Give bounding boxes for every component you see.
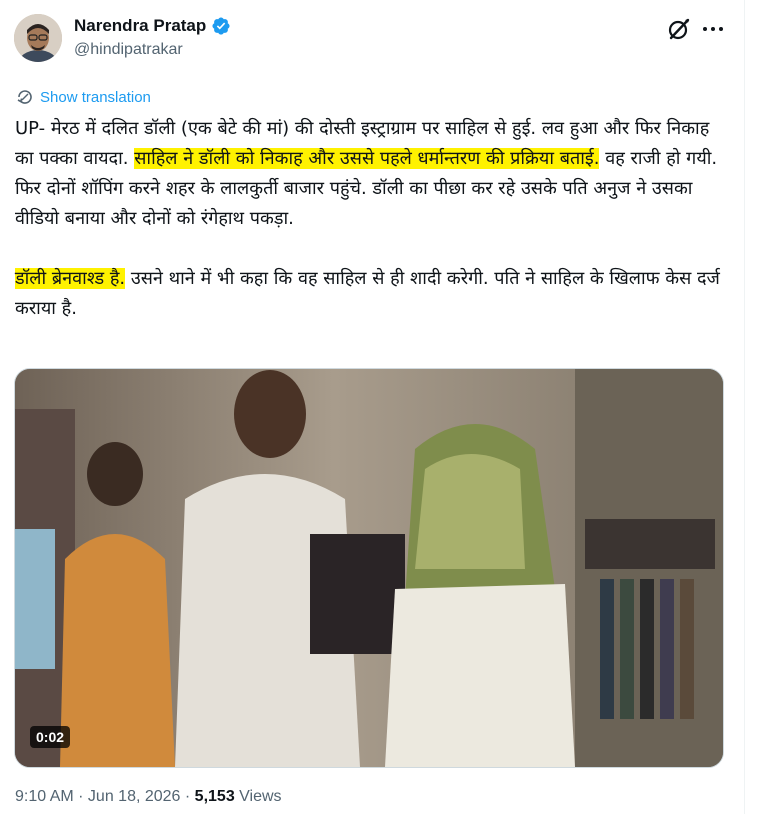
avatar-image	[14, 14, 62, 62]
show-translation-label: Show translation	[40, 88, 151, 106]
views-label: Views	[234, 788, 282, 805]
name-row: Narendra Pratap	[74, 16, 231, 36]
translate-icon	[17, 90, 32, 104]
highlighted-text: डॉली ब्रेनवाश्ड है.	[15, 268, 126, 289]
right-border	[744, 0, 745, 814]
tweet-header: Narendra Pratap @hindipatrakar	[14, 14, 734, 66]
tweet-text: UP- मेरठ में दलित डॉली (एक बेटे की मां) …	[15, 114, 731, 324]
more-options-icon[interactable]	[700, 18, 726, 40]
avatar[interactable]	[14, 14, 62, 62]
views-count: 5,153	[194, 788, 235, 805]
grok-icon[interactable]	[666, 16, 692, 42]
meta-separator: ·	[180, 788, 195, 805]
show-translation-button[interactable]: Show translation	[16, 88, 151, 106]
meta-separator: ·	[73, 788, 88, 805]
tweet-time[interactable]: 9:10 AM	[15, 788, 74, 805]
verified-badge-icon[interactable]	[211, 16, 231, 36]
video-player[interactable]	[14, 368, 724, 768]
video-thumbnail	[15, 369, 723, 767]
tweet-meta: 9:10 AM · Jun 18, 2026 · 5,153 Views	[15, 788, 282, 806]
tweet-date[interactable]: Jun 18, 2026	[88, 788, 181, 805]
user-handle[interactable]: @hindipatrakar	[74, 41, 183, 59]
highlighted-text: साहिल ने डॉली को निकाह और उससे पहले धर्म…	[134, 148, 600, 169]
display-name[interactable]: Narendra Pratap	[74, 16, 206, 36]
video-duration: 0:02	[30, 726, 71, 748]
